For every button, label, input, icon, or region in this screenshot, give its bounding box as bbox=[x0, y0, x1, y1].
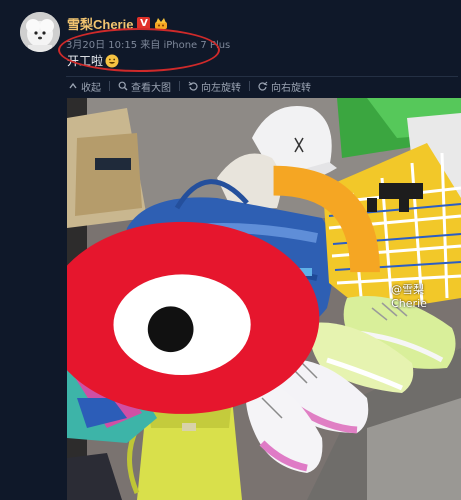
action-separator bbox=[109, 81, 110, 91]
highlight-annotation bbox=[58, 28, 220, 72]
image-action-bar: 收起 查看大图 向左旋转 向右旋转 bbox=[68, 79, 311, 94]
watermark-text: @雪梨Cherie bbox=[391, 282, 427, 310]
magnify-icon bbox=[118, 81, 128, 91]
rotate-right-icon bbox=[258, 81, 268, 91]
weibo-watermark: @雪梨Cherie bbox=[67, 98, 455, 496]
divider bbox=[66, 76, 458, 77]
rotate-left-label: 向左旋转 bbox=[201, 82, 241, 94]
collapse-label: 收起 bbox=[81, 82, 101, 94]
weibo-logo bbox=[67, 165, 381, 414]
collapse-icon bbox=[69, 82, 77, 89]
rotate-left-button[interactable]: 向左旋转 bbox=[188, 79, 241, 94]
action-separator bbox=[179, 81, 180, 91]
post-photo[interactable]: @雪梨Cherie bbox=[67, 98, 461, 500]
author-avatar[interactable] bbox=[20, 12, 60, 52]
action-separator bbox=[249, 81, 250, 91]
weibo-post-card: 雪梨Cherie V 3月20日 10:15 来自 iPhone 7 Plus … bbox=[0, 0, 461, 500]
view-large-button[interactable]: 查看大图 bbox=[118, 79, 171, 94]
collapse-button[interactable]: 收起 bbox=[68, 79, 101, 94]
rotate-right-button[interactable]: 向右旋转 bbox=[258, 79, 311, 94]
rotate-right-label: 向右旋转 bbox=[271, 82, 311, 94]
view-large-label: 查看大图 bbox=[131, 82, 171, 94]
rotate-left-icon bbox=[188, 81, 198, 91]
